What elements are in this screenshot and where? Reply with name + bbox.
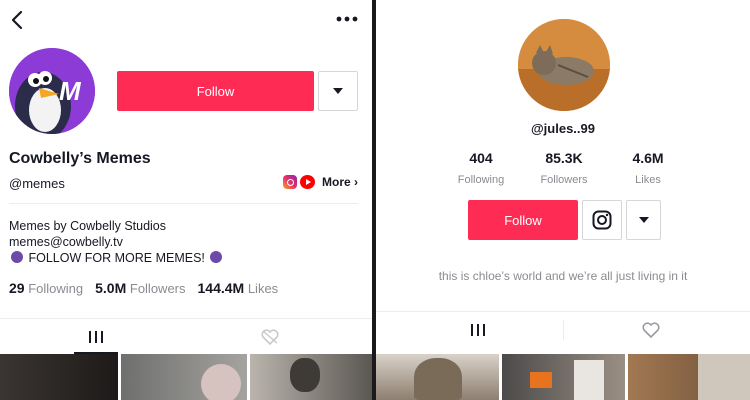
- left-profile-panel: M Follow Cowbelly’s Memes @memes More › …: [0, 0, 372, 400]
- stats-row: 29 Following 5.0M Followers 144.4M Likes: [9, 280, 278, 296]
- following-label: Following: [457, 174, 505, 186]
- divider: [9, 203, 358, 204]
- video-thumbnail[interactable]: [250, 354, 372, 400]
- grid-tab-icon: [471, 324, 485, 336]
- instagram-icon: [592, 210, 612, 230]
- thumbnail-detail: [574, 360, 604, 400]
- more-link[interactable]: More ›: [322, 175, 358, 189]
- profile-tabs: [376, 311, 750, 347]
- tab-divider: [563, 320, 564, 340]
- video-thumbnail[interactable]: [0, 354, 118, 400]
- more-label: More: [322, 175, 351, 189]
- bio: this is chloe’s world and we’re all just…: [438, 269, 688, 283]
- followers-stat[interactable]: 85.3K Followers: [519, 150, 609, 186]
- likes-label: Likes: [635, 174, 661, 186]
- instagram-icon[interactable]: [283, 175, 297, 189]
- more-options-icon[interactable]: [334, 14, 360, 24]
- following-stat[interactable]: 404 Following: [436, 150, 526, 186]
- bio-cta: FOLLOW FOR MORE MEMES!: [28, 251, 205, 265]
- avatar[interactable]: M: [9, 48, 95, 134]
- avatar-letter: M: [59, 76, 81, 106]
- penguin-avatar-image: [9, 48, 95, 134]
- video-thumbnail[interactable]: [121, 354, 247, 400]
- bio-line: Memes by Cowbelly Studios: [9, 219, 167, 233]
- follow-button[interactable]: Follow: [468, 200, 578, 240]
- thumbnail-detail: [414, 358, 462, 400]
- likes-count: 144.4M: [197, 280, 245, 296]
- thumbnail-detail: [530, 372, 552, 388]
- tab-liked[interactable]: [255, 319, 285, 354]
- followers-label: Followers: [129, 281, 186, 296]
- following-label: Following: [28, 281, 84, 296]
- followers-count: 5.0M: [95, 280, 127, 296]
- tab-videos[interactable]: [74, 319, 118, 354]
- chevron-right-icon: ›: [354, 175, 359, 189]
- follow-button[interactable]: Follow: [117, 71, 314, 111]
- bio-line: FOLLOW FOR MORE MEMES!: [9, 250, 224, 266]
- likes-stat: 4.6M Likes: [603, 150, 693, 186]
- video-thumbnail[interactable]: [502, 354, 625, 400]
- dropdown-icon: [638, 217, 649, 223]
- username: @jules..99: [531, 121, 595, 136]
- thumbnail-detail: [201, 364, 241, 400]
- video-thumbnail[interactable]: [628, 354, 750, 400]
- liked-tab-icon: [261, 328, 279, 345]
- penguin-emoji-icon: [11, 251, 23, 263]
- tab-liked[interactable]: [641, 312, 661, 348]
- following-count: 404: [469, 150, 493, 166]
- tab-videos[interactable]: [466, 312, 490, 348]
- video-thumbnail[interactable]: [376, 354, 499, 400]
- followers-stat[interactable]: 5.0M Followers: [95, 280, 185, 296]
- suggested-accounts-dropdown[interactable]: [318, 71, 358, 111]
- thumbnail-detail: [698, 354, 750, 400]
- penguin-emoji-icon: [210, 251, 223, 263]
- avatar[interactable]: [518, 19, 610, 111]
- followers-label: Followers: [540, 174, 588, 186]
- following-stat[interactable]: 29 Following: [9, 280, 83, 296]
- social-links: More ›: [283, 175, 358, 189]
- likes-count: 4.6M: [632, 150, 664, 166]
- following-count: 29: [9, 280, 25, 296]
- right-profile-panel: @jules..99 404 Following 85.3K Followers…: [376, 0, 750, 400]
- bio-email[interactable]: memes@cowbelly.tv: [9, 234, 224, 250]
- username: @memes: [9, 176, 65, 191]
- cat-avatar-image: [518, 19, 610, 111]
- grid-tab-icon: [89, 330, 103, 343]
- back-icon[interactable]: [8, 8, 28, 32]
- likes-stat: 144.4M Likes: [198, 280, 279, 296]
- bio: Memes by Cowbelly Studios memes@cowbelly…: [9, 218, 224, 266]
- caret-down-icon: [333, 88, 343, 94]
- youtube-icon[interactable]: [300, 175, 315, 189]
- profile-tabs: [0, 318, 372, 354]
- thumbnail-detail: [290, 358, 320, 392]
- instagram-button[interactable]: [582, 200, 622, 240]
- followers-count: 85.3K: [545, 150, 583, 166]
- likes-label: Likes: [247, 281, 279, 296]
- suggested-accounts-dropdown[interactable]: [626, 200, 661, 240]
- display-name: Cowbelly’s Memes: [9, 150, 151, 167]
- liked-tab-icon: [642, 322, 660, 339]
